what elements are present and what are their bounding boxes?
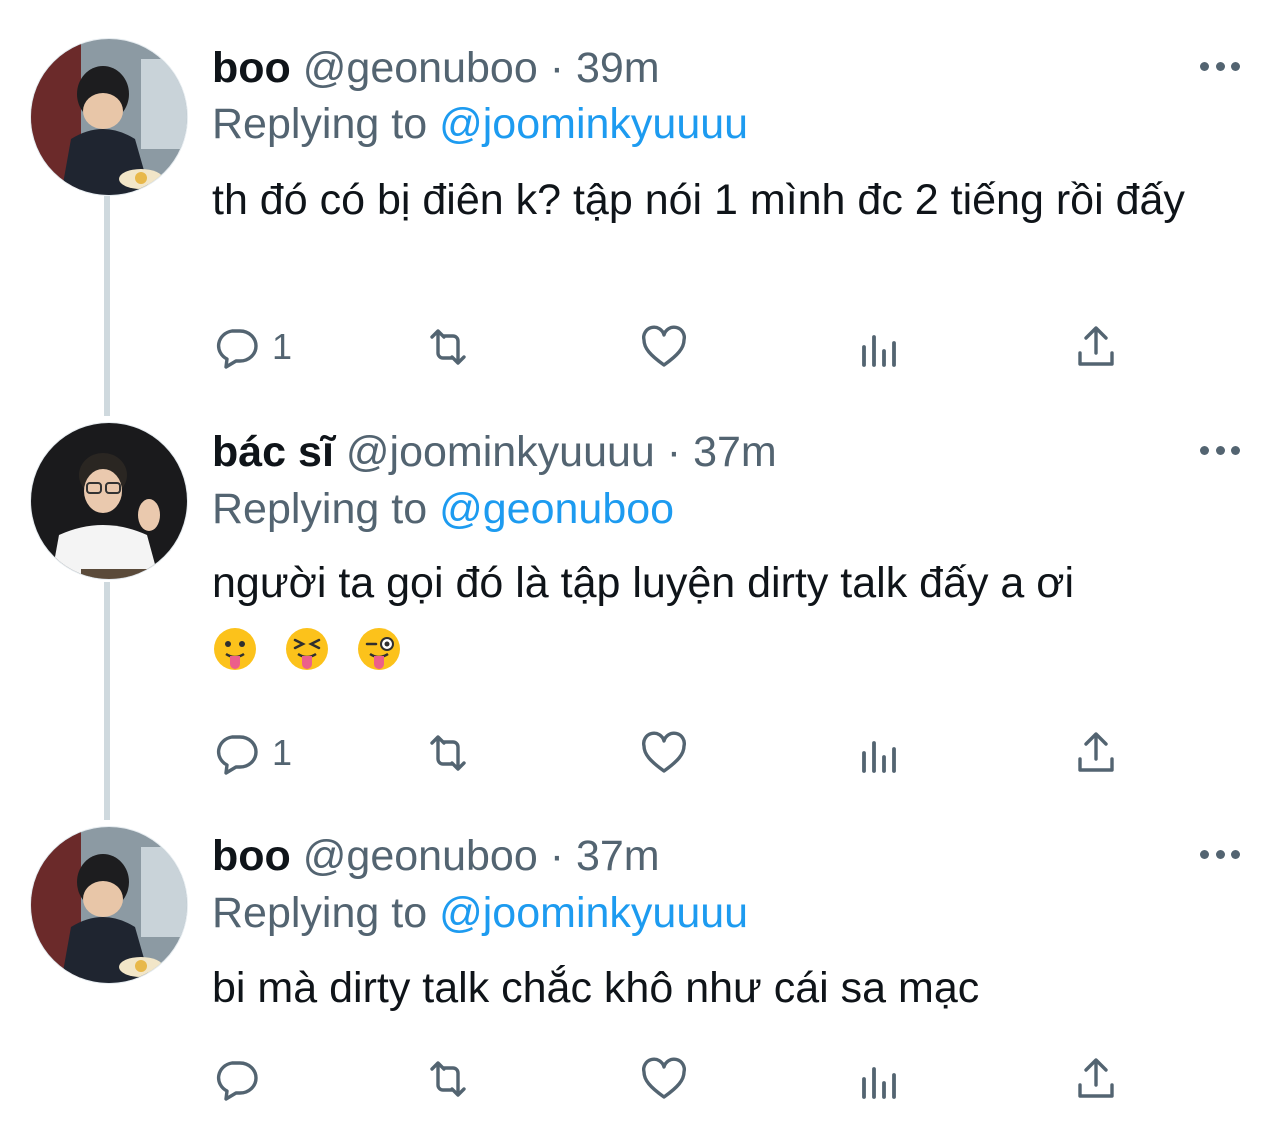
retweet-button[interactable] <box>424 1055 472 1103</box>
reply-icon <box>216 1061 258 1101</box>
share-icon <box>1078 1058 1114 1098</box>
display-name[interactable]: boo <box>212 832 291 880</box>
avatar[interactable] <box>30 826 188 984</box>
avatar-photo-boo <box>31 827 187 983</box>
separator-dot: · <box>549 832 565 880</box>
analytics-icon <box>862 1067 896 1099</box>
like-button[interactable] <box>640 1055 688 1103</box>
tweet-header: boo @geonuboo · 37m <box>212 830 660 882</box>
retweet-icon <box>430 1061 466 1097</box>
action-bar <box>212 1055 1172 1103</box>
tweet[interactable]: boo @geonuboo · 37m Replying to @joomink… <box>0 0 1284 1121</box>
share-button[interactable] <box>1072 1055 1120 1103</box>
user-handle[interactable]: @geonuboo <box>303 832 538 880</box>
timestamp[interactable]: 37m <box>576 832 660 880</box>
replying-mention[interactable]: @joominkyuuuu <box>439 889 748 937</box>
analytics-button[interactable] <box>856 1055 904 1103</box>
more-icon[interactable] <box>1200 850 1240 862</box>
reply-button[interactable] <box>212 1055 272 1103</box>
replying-label: Replying to <box>212 889 428 937</box>
replying-to: Replying to @joominkyuuuu <box>212 887 748 939</box>
tweet-text: bi mà dirty talk chắc khô như cái sa mạc <box>212 964 980 1012</box>
like-icon <box>642 1057 686 1099</box>
